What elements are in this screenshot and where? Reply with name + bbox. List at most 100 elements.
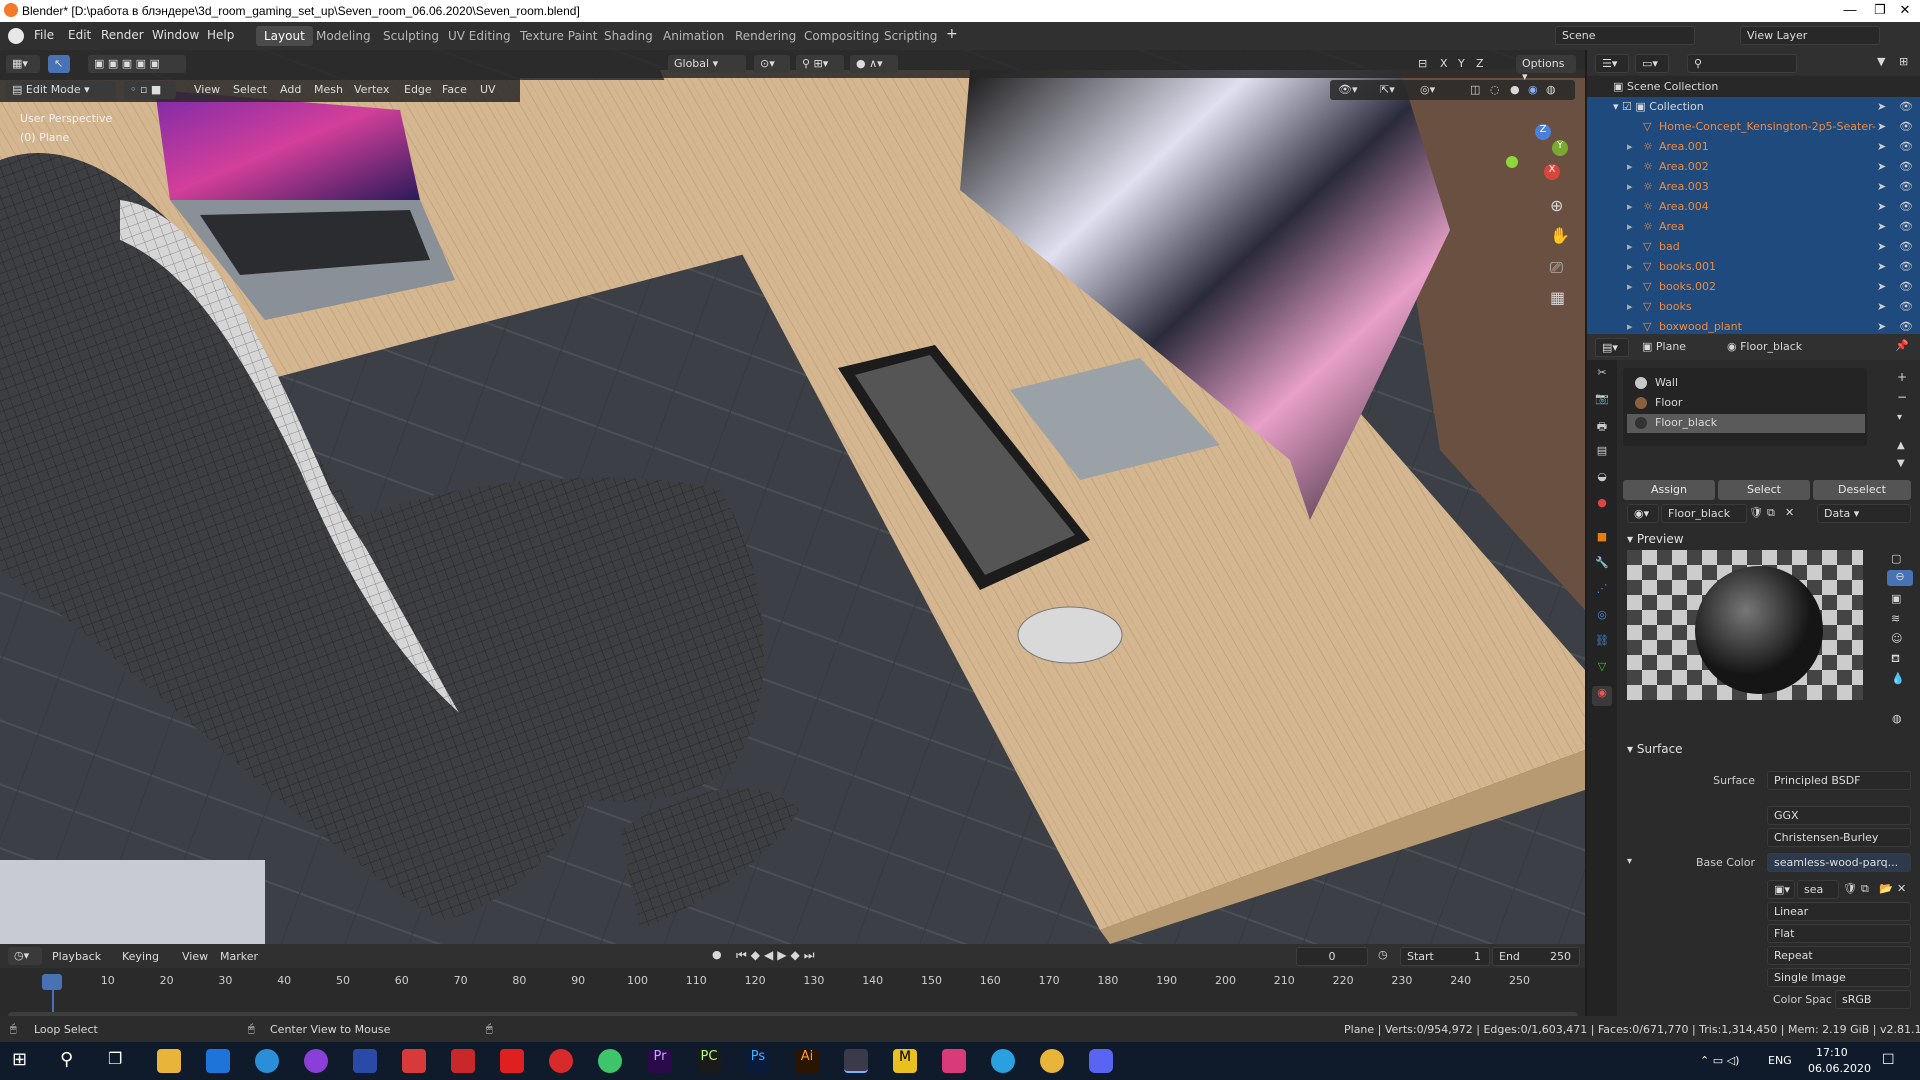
expand-arrow-icon[interactable]: ▸ [1627,260,1633,273]
material-name-field[interactable]: Floor_black [1661,504,1747,523]
grid-perspective-icon[interactable]: ▦ [1550,288,1565,307]
outliner-item[interactable]: ▸ ☼ Area.001 ➤ 👁 [1587,137,1920,157]
select-arrow-icon[interactable]: ➤ [1877,320,1886,333]
file-explorer-icon[interactable] [157,1049,181,1073]
duplicate-icon[interactable]: ⧉ [1767,506,1775,520]
current-frame-field[interactable]: 0 [1296,947,1368,966]
mode-dropdown[interactable]: ▤ Edit Mode ▾ [6,81,116,99]
menu-uv[interactable]: UV [480,83,496,96]
outliner-item[interactable]: ▸ ☼ Area.003 ➤ 👁 [1587,177,1920,197]
unlink-icon[interactable]: ✕ [1785,506,1794,519]
axis-y-toggle[interactable]: Y [1458,57,1465,70]
editor-type-button[interactable]: ▦▾ [6,55,40,73]
select-arrow-icon[interactable]: ➤ [1877,160,1886,173]
menu-face[interactable]: Face [442,83,467,96]
move-down-icon[interactable]: ▼ [1897,458,1905,469]
acrobat-icon[interactable] [402,1049,426,1073]
pin-icon[interactable]: 📌 [1895,339,1909,352]
constraints-tab-icon[interactable]: ⛓ [1592,634,1612,654]
eye-icon[interactable]: 👁 [1899,180,1913,193]
eye-icon[interactable]: 👁 [1899,220,1913,233]
speech-icon[interactable] [549,1049,573,1073]
select-arrow-icon[interactable]: ➤ [1877,220,1886,233]
unity-icon[interactable] [353,1049,377,1073]
timeline-editor-type[interactable]: ◷▾ [8,947,42,965]
expand-arrow-icon[interactable]: ▸ [1627,240,1633,253]
playhead[interactable] [42,974,62,990]
outliner-search-input[interactable]: ⚲ [1687,54,1797,73]
menu-marker[interactable]: Marker [220,950,258,963]
select-arrow-icon[interactable]: ➤ [1877,100,1886,113]
preview-flat-icon[interactable]: ▢ [1891,552,1901,565]
scene-selector[interactable]: Scene [1555,26,1695,45]
select-arrow-icon[interactable]: ➤ [1877,300,1886,313]
collection-row[interactable]: ▾ ☑ ▣ Collection ➤ 👁 [1587,97,1920,117]
green-app-icon[interactable] [598,1049,622,1073]
tab-shading[interactable]: Shading [596,26,661,46]
mail-icon[interactable] [206,1049,230,1073]
eye-icon[interactable]: 👁 [1899,280,1913,293]
menu-keying[interactable]: Keying [122,950,159,963]
eye-icon[interactable]: 👁 [1899,120,1913,133]
slot-specials-icon[interactable]: ▾ [1897,412,1902,423]
menu-vertex[interactable]: Vertex [354,83,389,96]
preview-fluid-icon[interactable]: 💧 [1891,672,1905,685]
viewport-shading-controls[interactable]: 👁▾ ⇱▾ ◎▾ ◫ ◌ ● ◉ ◍ [1330,80,1575,100]
preview-cloth-icon[interactable]: ⛾ [1891,652,1900,667]
mesh-edit-icon[interactable]: ⊟ [1418,57,1427,70]
menu-mesh[interactable]: Mesh [314,83,343,96]
deselect-button[interactable]: Deselect [1813,480,1911,500]
fake-user-icon[interactable]: 🛡 [1749,506,1763,519]
material-slot-wall[interactable]: Wall [1627,374,1865,393]
scene-collection-row[interactable]: ▣ Scene Collection [1587,77,1920,97]
tab-animation[interactable]: Animation [655,26,732,46]
close-button[interactable]: ✕ [1885,2,1920,18]
eye-icon[interactable]: 👁 [1899,100,1913,113]
illustrator-icon[interactable]: Ai [795,1049,819,1073]
eye-icon[interactable]: 👁 [1899,260,1913,273]
snap-icon[interactable]: ⚲ ⊞▾ [796,55,844,73]
task-view-icon[interactable]: ❐ [108,1049,132,1073]
tab-rendering[interactable]: Rendering [727,26,804,46]
image-new-icon[interactable]: ⧉ [1861,882,1869,896]
link-dropdown[interactable]: Data ▾ [1817,504,1911,523]
expand-arrow-icon[interactable]: ▸ [1627,320,1633,333]
pan-hand-icon[interactable]: ✋ [1550,226,1570,245]
menu-edge[interactable]: Edge [404,83,432,96]
outliner-item[interactable]: ▸ ▽ books ➤ 👁 [1587,297,1920,317]
preview-section-header[interactable]: ▾ Preview [1627,532,1684,546]
surface-shader-field[interactable]: Principled BSDF [1767,771,1911,790]
outliner-item[interactable]: ▸ ▽ books.001 ➤ 👁 [1587,257,1920,277]
extension-dropdown[interactable]: Repeat [1767,946,1911,965]
tool-tab-icon[interactable]: ✂ [1592,366,1612,386]
select-arrow-icon[interactable]: ➤ [1877,180,1886,193]
modifier-tab-icon[interactable]: 🔧 [1592,556,1612,576]
base-color-texture-field[interactable]: seamless-wood-parq... [1767,853,1911,872]
preview-cube-icon[interactable]: ▣ [1891,592,1901,605]
menu-select[interactable]: Select [233,83,267,96]
expand-arrow-icon[interactable]: ▸ [1627,220,1633,233]
tab-texture-paint[interactable]: Texture Paint [512,26,605,46]
image-open-icon[interactable]: 📂 [1879,882,1893,895]
expand-arrow-icon[interactable]: ▸ [1627,200,1633,213]
source-dropdown[interactable]: Single Image [1767,968,1911,987]
notifications-icon[interactable]: ☐ [1882,1052,1895,1068]
eye-icon[interactable]: 👁 [1899,200,1913,213]
gizmo-neg-y[interactable] [1506,156,1518,168]
material-breadcrumb[interactable]: ◉ Floor_black [1727,340,1802,353]
windows-start-icon[interactable]: ⊞ [12,1049,36,1073]
navigation-gizmo[interactable]: Z Y X [1500,120,1568,186]
language-indicator[interactable]: ENG [1768,1054,1792,1067]
menu-edit[interactable]: Edit [68,28,91,42]
tab-scripting[interactable]: Scripting [876,26,945,46]
record-icon[interactable]: ● [712,948,722,961]
rendered-shading-icon[interactable]: ◍ [1546,83,1556,96]
outliner-item[interactable]: ▸ ☼ Area ➤ 👁 [1587,217,1920,237]
outliner-item[interactable]: ▸ ☼ Area.002 ➤ 👁 [1587,157,1920,177]
clock-icon[interactable]: ◷ [1378,948,1388,961]
select-tool-icon[interactable]: ↖ [48,55,70,73]
axis-x-toggle[interactable]: X [1440,57,1448,70]
search-icon[interactable]: ⚲ [60,1049,84,1073]
xray-icon[interactable]: ◫ [1470,83,1480,96]
tab-compositing[interactable]: Compositing [796,26,887,46]
